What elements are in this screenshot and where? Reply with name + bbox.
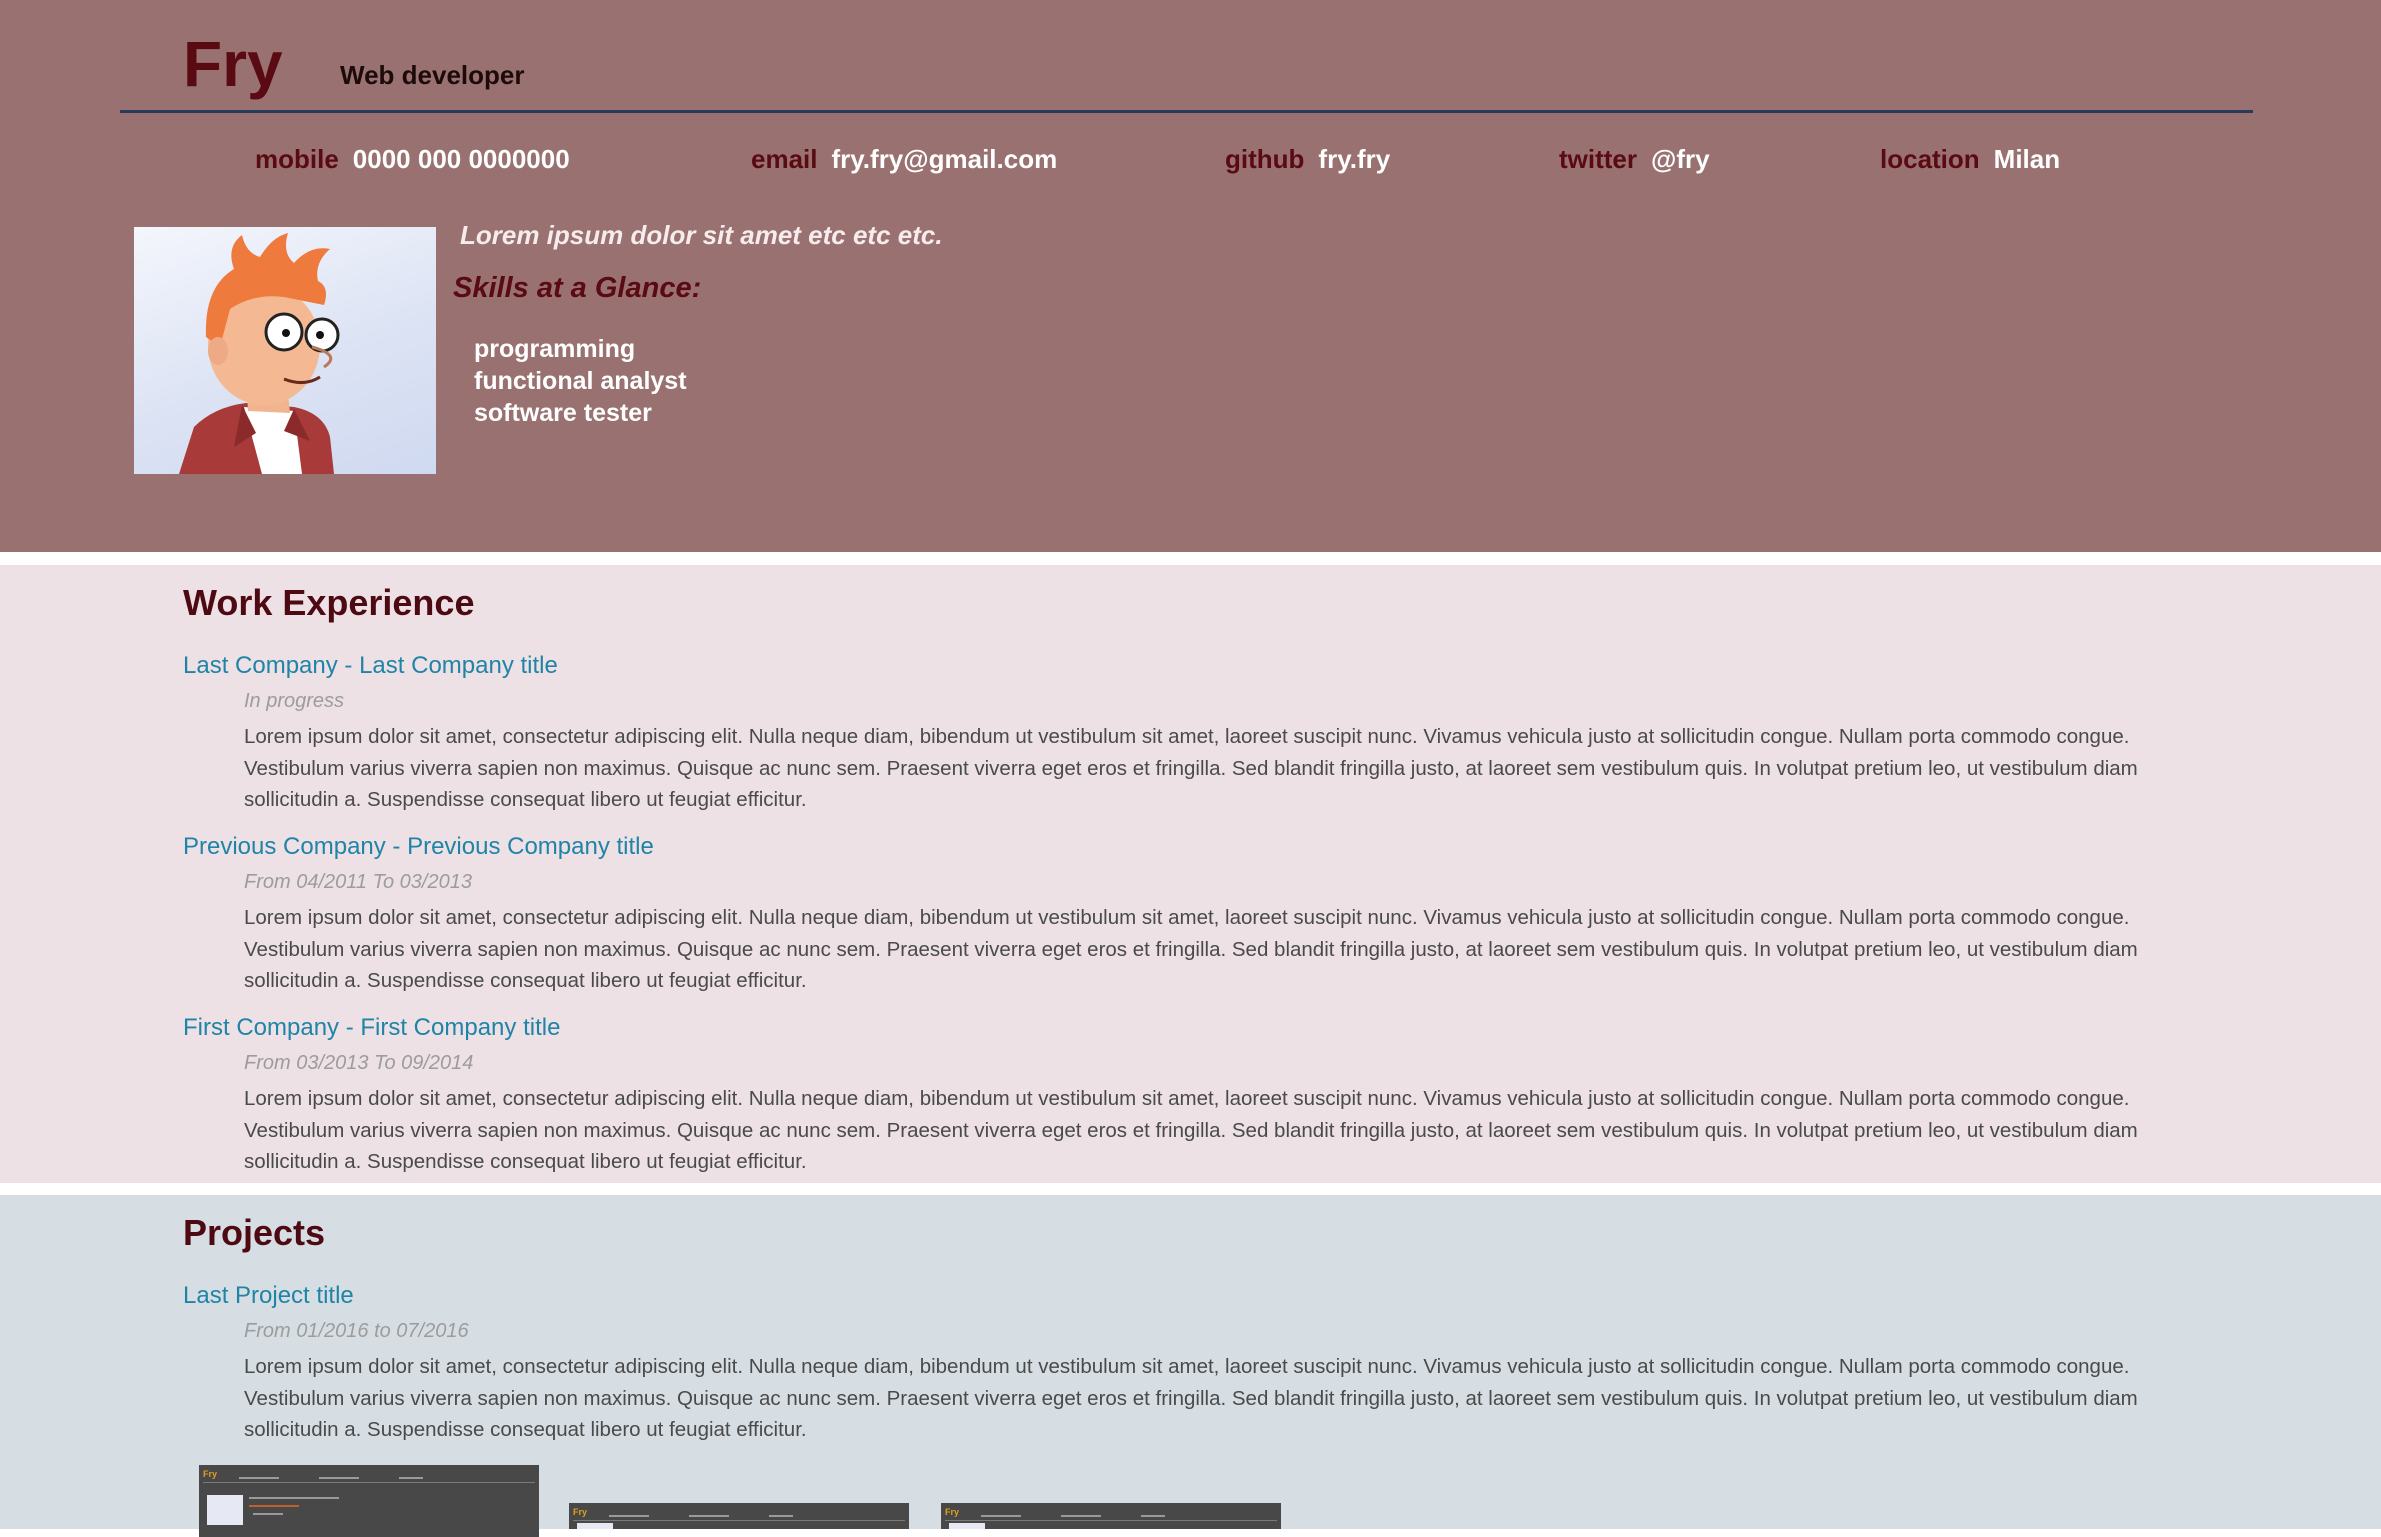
section-title: Work Experience xyxy=(183,582,475,623)
section-title: Projects xyxy=(183,1212,326,1253)
thumbnail-name-text: Fry xyxy=(945,1507,960,1517)
thumbnail-name-text: Fry xyxy=(203,1469,218,1479)
work-entry-description: Lorem ipsum dolor sit amet, consectetur … xyxy=(244,1087,2138,1173)
contact-email: email fry.fry@gmail.com xyxy=(751,142,1057,178)
contact-value[interactable]: @fry xyxy=(1651,144,1710,174)
work-entry-date: In progress xyxy=(244,690,345,712)
contact-value[interactable]: 0000 000 0000000 xyxy=(353,144,570,174)
project-entry-date: From 01/2016 to 07/2016 xyxy=(244,1320,469,1342)
contact-label: location xyxy=(1880,144,1980,174)
project-screenshot-thumbnail[interactable]: Fry xyxy=(569,1503,909,1529)
skill-item: programming xyxy=(474,335,636,363)
thumbnail-photo-icon xyxy=(577,1523,613,1529)
person-name: Fry xyxy=(183,28,283,100)
contact-mobile: mobile 0000 000 0000000 xyxy=(255,142,570,178)
tagline: Lorem ipsum dolor sit amet etc etc etc. xyxy=(460,220,943,250)
header-divider xyxy=(120,110,2253,113)
projects-section: Projects Last Project title From 01/2016… xyxy=(0,1195,2381,1537)
project-screenshot-thumbnail[interactable]: Fry xyxy=(199,1465,539,1537)
work-entry-description: Lorem ipsum dolor sit amet, consectetur … xyxy=(244,906,2138,992)
work-entry-title[interactable]: First Company - First Company title xyxy=(183,1013,560,1043)
contact-label: email xyxy=(751,144,818,174)
contact-label: twitter xyxy=(1559,144,1637,174)
work-entry-date: From 04/2011 To 03/2013 xyxy=(244,871,472,893)
project-screenshot-thumbnail[interactable]: Fry xyxy=(941,1503,1281,1529)
project-entry-description: Lorem ipsum dolor sit amet, consectetur … xyxy=(244,1355,2138,1441)
skills-title: Skills at a Glance: xyxy=(453,272,702,304)
contact-value[interactable]: fry.fry xyxy=(1318,144,1390,174)
skills-list: programming functional analyst software … xyxy=(474,333,687,429)
thumbnail-photo-icon xyxy=(207,1495,243,1525)
contact-value: Milan xyxy=(1993,144,2061,174)
contact-label: mobile xyxy=(255,144,339,174)
project-entry-title[interactable]: Last Project title xyxy=(183,1281,354,1311)
skill-item: software tester xyxy=(474,399,652,427)
thumbnail-name-text: Fry xyxy=(573,1507,588,1517)
work-experience-section: Work Experience Last Company - Last Comp… xyxy=(0,565,2381,1183)
work-entry-title[interactable]: Last Company - Last Company title xyxy=(183,651,558,681)
work-entry-description: Lorem ipsum dolor sit amet, consectetur … xyxy=(244,725,2138,811)
work-entry-title[interactable]: Previous Company - Previous Company titl… xyxy=(183,832,654,862)
fry-portrait-icon xyxy=(179,233,340,474)
contact-github: github fry.fry xyxy=(1225,142,1390,178)
contact-value[interactable]: fry.fry@gmail.com xyxy=(832,144,1058,174)
contact-label: github xyxy=(1225,144,1305,174)
contact-twitter: twitter @fry xyxy=(1559,142,1710,178)
thumbnail-photo-icon xyxy=(949,1523,985,1529)
work-entry-date: From 03/2013 To 09/2014 xyxy=(244,1052,474,1074)
contact-location: location Milan xyxy=(1880,142,2060,178)
job-role: Web developer xyxy=(340,60,525,90)
skill-item: functional analyst xyxy=(474,367,687,395)
header: Fry Web developer mobile 0000 000 0000000… xyxy=(0,0,2381,552)
profile-photo xyxy=(134,227,436,474)
